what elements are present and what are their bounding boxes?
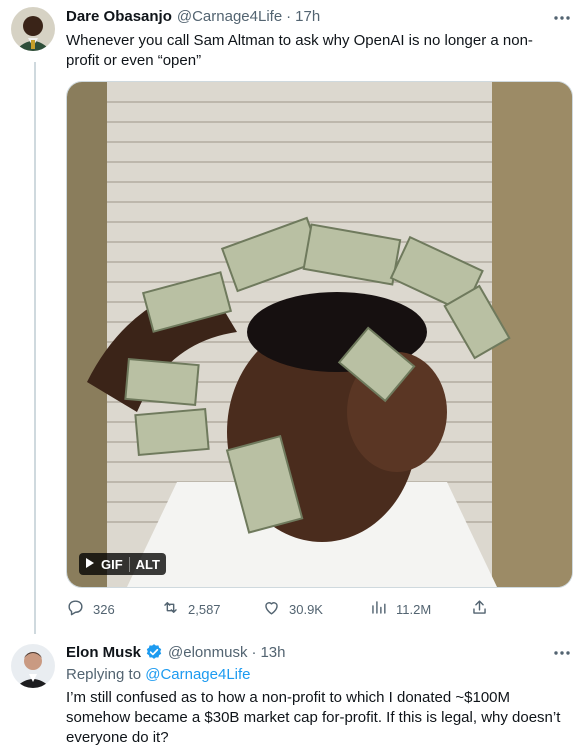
gif-image xyxy=(67,82,572,587)
author-name[interactable]: Dare Obasanjo xyxy=(66,8,172,25)
views-button[interactable]: 11.2M xyxy=(369,598,431,620)
like-icon xyxy=(262,598,281,620)
gif-badge[interactable]: GIF ALT xyxy=(79,553,166,575)
retweet-button[interactable]: 2,587 xyxy=(161,598,221,620)
reply-icon xyxy=(66,598,85,620)
retweet-icon xyxy=(161,598,180,620)
reply-count: 326 xyxy=(93,601,115,617)
replying-to: Replying to @Carnage4Life xyxy=(66,665,251,685)
author-name[interactable]: Elon Musk xyxy=(66,644,141,661)
views-count: 11.2M xyxy=(396,601,432,617)
views-icon xyxy=(369,598,388,620)
tweet-actions: 326 2,587 30.9K 11.2M xyxy=(66,598,486,620)
tweet-header: Dare Obasanjo @Carnage4Life · 17h xyxy=(66,8,320,25)
author-handle[interactable]: @Carnage4Life xyxy=(177,8,282,25)
more-icon[interactable] xyxy=(553,645,571,656)
tweet-text: Whenever you call Sam Altman to ask why … xyxy=(66,32,533,69)
like-button[interactable]: 30.9K xyxy=(262,598,323,620)
thread-connector-line xyxy=(34,62,36,634)
share-icon xyxy=(470,598,489,620)
reply-button[interactable]: 326 xyxy=(66,598,115,620)
timestamp[interactable]: 17h xyxy=(295,8,320,25)
tweet-header: Elon Musk @elonmusk · 13h xyxy=(66,643,285,661)
avatar[interactable] xyxy=(11,7,55,51)
timestamp[interactable]: 13h xyxy=(260,644,285,661)
more-icon[interactable] xyxy=(553,10,571,21)
replying-to-handle[interactable]: @Carnage4Life xyxy=(145,666,250,683)
like-count: 30.9K xyxy=(289,601,323,617)
author-handle[interactable]: @elonmusk xyxy=(168,644,247,661)
replying-prefix: Replying to xyxy=(66,666,146,683)
tweet-text: I’m still confused as to how a non-profi… xyxy=(66,689,561,746)
avatar[interactable] xyxy=(11,644,55,688)
gif-label: GIF xyxy=(101,556,123,572)
gif-media[interactable]: GIF ALT xyxy=(66,81,573,588)
separator: · xyxy=(286,8,292,25)
retweet-count: 2,587 xyxy=(188,601,221,617)
gif-badges: GIF ALT xyxy=(79,553,166,575)
separator: · xyxy=(251,643,257,661)
verified-icon xyxy=(145,643,163,661)
play-icon xyxy=(85,557,95,572)
alt-label[interactable]: ALT xyxy=(128,556,160,572)
share-button[interactable] xyxy=(470,598,489,620)
